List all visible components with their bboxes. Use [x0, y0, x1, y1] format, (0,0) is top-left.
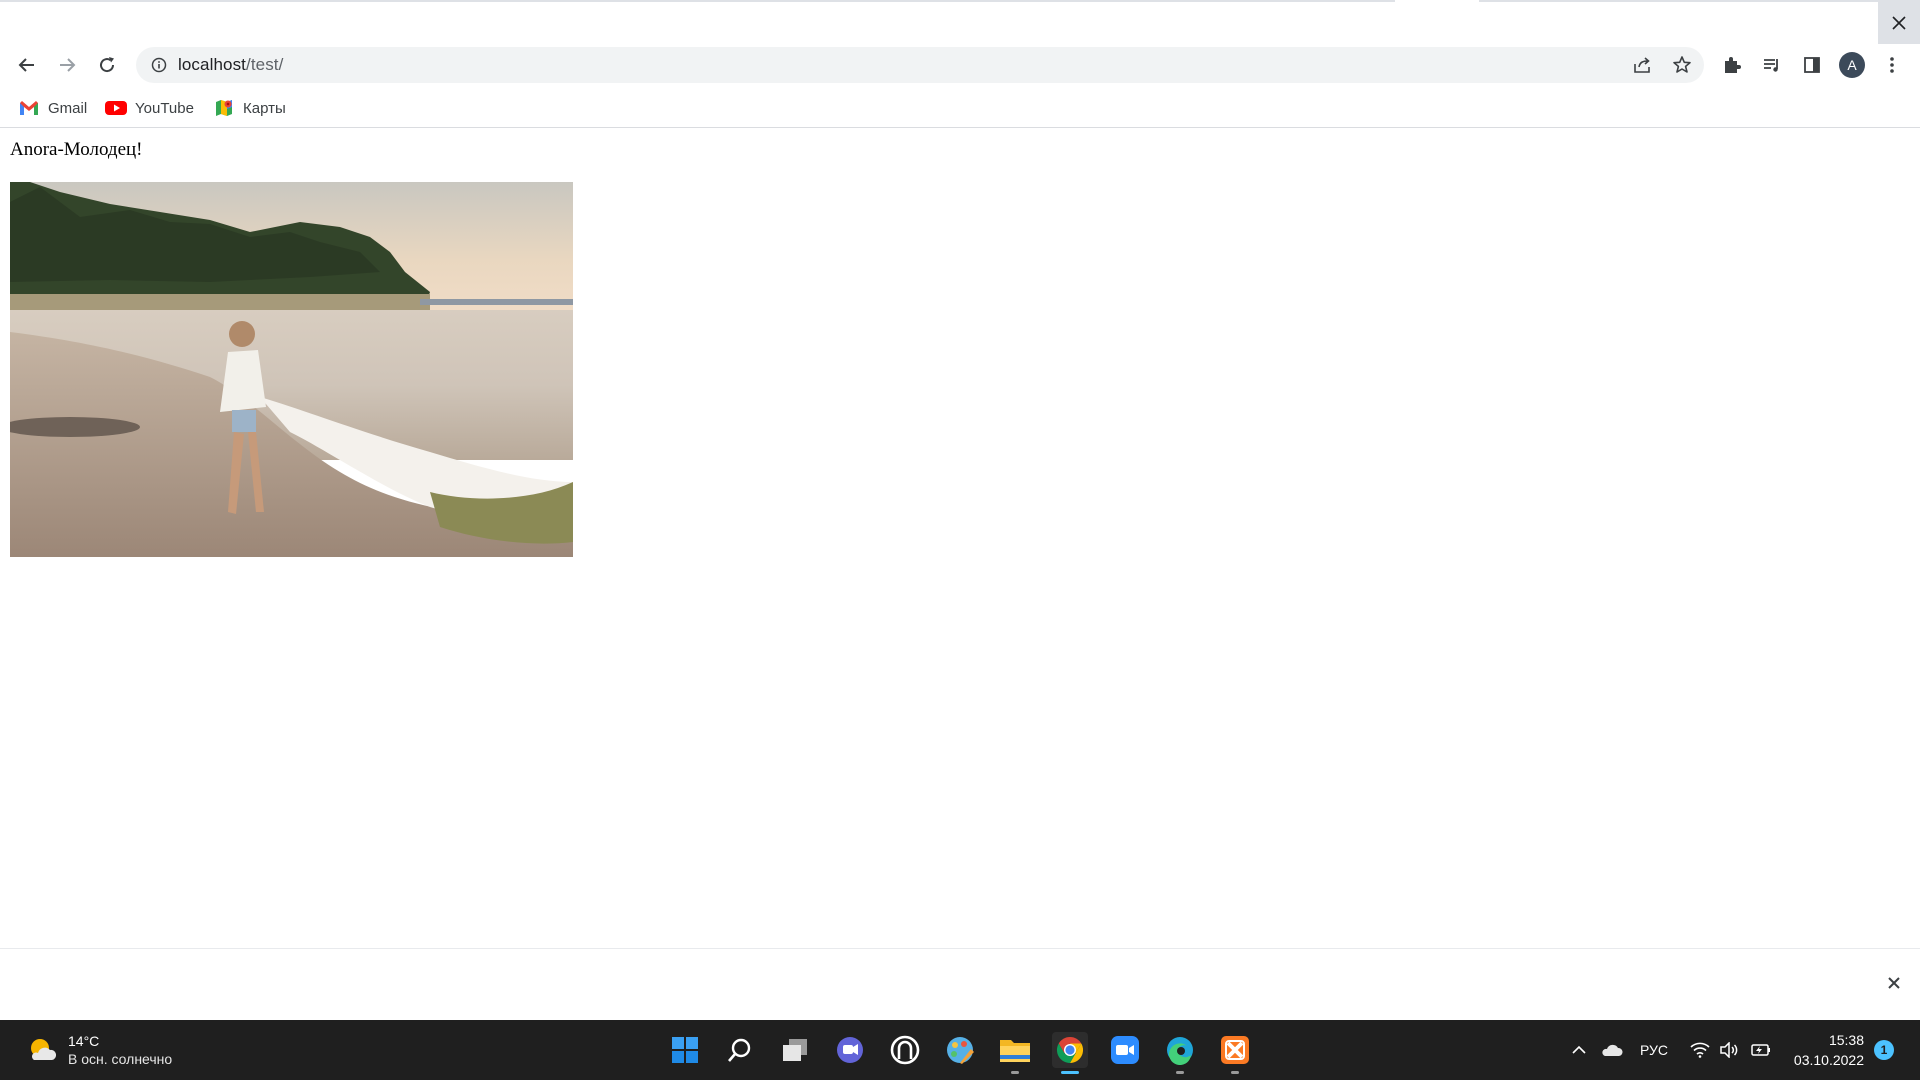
weather-condition: В осн. солнечно: [68, 1051, 173, 1067]
extensions-button[interactable]: [1717, 50, 1747, 80]
kebab-menu-icon: [1890, 57, 1894, 73]
bookmark-maps[interactable]: Карты: [213, 96, 286, 120]
side-panel-icon: [1804, 57, 1820, 73]
profile-avatar[interactable]: A: [1839, 52, 1865, 78]
battery-button[interactable]: [1746, 1038, 1774, 1062]
playlist-icon: [1764, 59, 1778, 72]
weather-temperature: 14°C: [68, 1033, 100, 1049]
xampp-icon: [1221, 1036, 1249, 1064]
puzzle-icon: [1725, 57, 1741, 73]
wifi-button[interactable]: [1686, 1038, 1714, 1062]
url-host: localhost: [178, 55, 246, 74]
start-icon: [672, 1037, 698, 1063]
app-button[interactable]: [887, 1032, 923, 1068]
bookmark-label: YouTube: [135, 99, 194, 117]
browser-menu-button[interactable]: [1877, 50, 1907, 80]
chat-icon: [837, 1037, 863, 1063]
window-close-button[interactable]: [1878, 2, 1920, 44]
side-panel-button[interactable]: [1797, 50, 1827, 80]
media-controls-button[interactable]: [1757, 50, 1787, 80]
xampp-button[interactable]: [1217, 1032, 1253, 1074]
bookmark-label: Карты: [243, 99, 286, 117]
share-icon: [1634, 57, 1650, 73]
site-info-icon[interactable]: [149, 55, 169, 75]
app-icon: [890, 1035, 920, 1065]
clock-date: 03.10.2022: [1793, 1052, 1864, 1068]
forward-arrow-icon: [60, 58, 76, 72]
bookmark-youtube[interactable]: YouTube: [105, 96, 194, 120]
tray-overflow-button[interactable]: [1568, 1038, 1590, 1062]
youtube-icon: [105, 99, 127, 117]
wifi-icon: [1690, 1042, 1710, 1058]
notification-badge[interactable]: 1: [1874, 1040, 1894, 1060]
speaker-icon: [1720, 1042, 1738, 1058]
gmail-icon: [18, 99, 40, 117]
taskbar: 14°C В осн. солнечно РУС 15:38 03.10.202…: [0, 1020, 1920, 1080]
edge-icon: [1167, 1037, 1193, 1065]
zoom-button[interactable]: [1107, 1032, 1143, 1068]
beach-photo: [10, 182, 573, 557]
bookmark-gmail[interactable]: Gmail: [18, 96, 87, 120]
reload-icon: [100, 57, 115, 73]
search-icon: [728, 1038, 751, 1062]
weather-widget[interactable]: 14°C В осн. солнечно: [26, 1032, 172, 1068]
tab-strip: [0, 0, 1920, 44]
chrome-icon: [1056, 1036, 1084, 1064]
zoom-icon: [1111, 1036, 1139, 1064]
start-button[interactable]: [667, 1032, 703, 1068]
paint-icon: [947, 1037, 974, 1064]
file-explorer-button[interactable]: [997, 1032, 1033, 1074]
clock-time: 15:38: [1828, 1032, 1864, 1048]
back-arrow-icon: [18, 58, 34, 72]
volume-button[interactable]: [1716, 1038, 1742, 1062]
task-view-icon: [783, 1039, 807, 1061]
bookmarks-bar: Gmail YouTube Карты: [0, 90, 1920, 128]
share-button[interactable]: [1630, 53, 1654, 77]
cloud-icon: [1602, 1044, 1623, 1056]
paint-button[interactable]: [942, 1032, 978, 1068]
task-view-button[interactable]: [777, 1032, 813, 1068]
close-icon: [1888, 977, 1900, 989]
close-icon: [1892, 16, 1906, 30]
browser-toolbar: localhost/test/ A: [0, 44, 1920, 86]
star-icon: [1673, 56, 1691, 73]
chevron-up-icon: [1572, 1045, 1586, 1054]
weather-sun-cloud-icon: [31, 1039, 57, 1060]
chat-button[interactable]: [832, 1032, 868, 1068]
back-button[interactable]: [12, 50, 42, 80]
forward-button[interactable]: [52, 50, 82, 80]
page-content: Anora-Молодец!: [0, 129, 1920, 949]
address-bar[interactable]: localhost/test/: [136, 47, 1704, 83]
screen: localhost/test/ A Gmail YouTube Карты An…: [0, 0, 1920, 1080]
url-path: /test/: [246, 55, 284, 74]
maps-icon: [213, 99, 235, 117]
page-heading: Anora-Молодец!: [10, 139, 143, 160]
notification-strip: [0, 948, 1920, 1020]
battery-charging-icon: [1751, 1044, 1770, 1056]
bookmark-label: Gmail: [48, 99, 88, 117]
chrome-button[interactable]: [1052, 1032, 1088, 1074]
search-button[interactable]: [722, 1032, 758, 1068]
url-text[interactable]: localhost/test/: [178, 55, 283, 75]
file-explorer-icon: [1000, 1040, 1030, 1062]
bookmark-star-button[interactable]: [1670, 53, 1694, 77]
onedrive-button[interactable]: [1598, 1038, 1626, 1062]
edge-button[interactable]: [1162, 1032, 1198, 1074]
reload-button[interactable]: [92, 50, 122, 80]
strip-close-button[interactable]: [1882, 971, 1906, 995]
clock[interactable]: 15:38 03.10.2022: [1784, 1030, 1864, 1070]
language-indicator[interactable]: РУС: [1634, 1038, 1674, 1062]
